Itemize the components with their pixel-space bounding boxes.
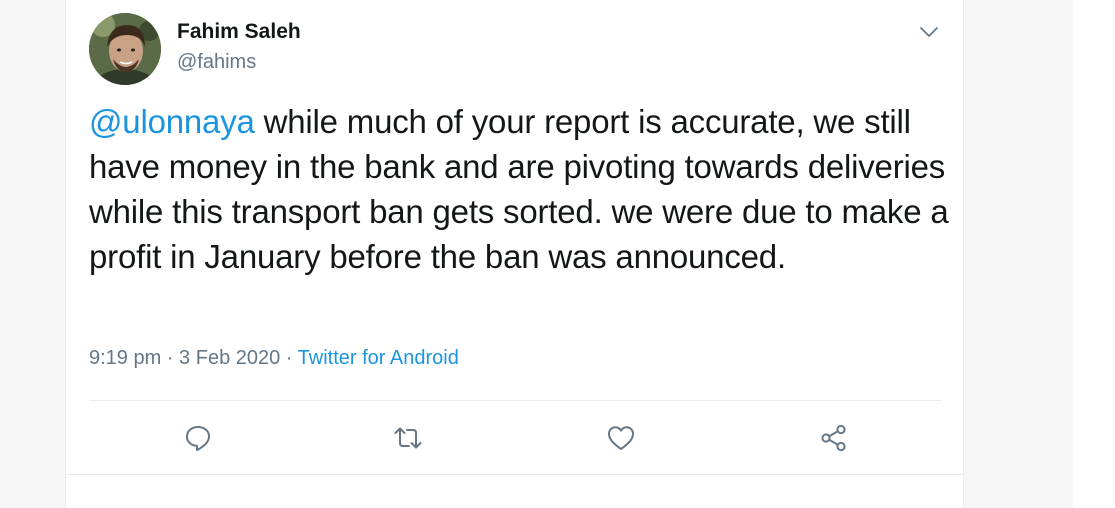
tweet-date[interactable]: 3 Feb 2020 [179, 347, 280, 369]
author-handle[interactable]: @fahims [177, 51, 256, 74]
retweet-icon [394, 427, 422, 449]
heart-icon [608, 426, 634, 450]
like-button[interactable] [606, 423, 636, 453]
share-button[interactable] [819, 423, 849, 453]
more-options-button[interactable] [915, 20, 943, 44]
reply-button[interactable] [183, 423, 213, 453]
author-display-name[interactable]: Fahim Saleh [177, 20, 301, 44]
avatar-photo [89, 13, 161, 85]
next-tweet-card [65, 475, 964, 508]
tweet-meta: 9:19 pm · 3 Feb 2020 · Twitter for Andro… [89, 347, 459, 370]
tweet-time[interactable]: 9:19 pm [89, 347, 161, 369]
meta-separator: · [161, 347, 180, 369]
actions-divider [89, 400, 941, 401]
tweet-source-link[interactable]: Twitter for Android [298, 347, 459, 369]
tweet-body: @ulonnaya while much of your report is a… [89, 99, 949, 279]
avatar[interactable] [89, 13, 161, 85]
chevron-down-icon [920, 27, 938, 37]
share-icon [821, 424, 846, 452]
page-gutter-left [0, 0, 66, 508]
mention-link[interactable]: @ulonnaya [89, 103, 255, 140]
reply-icon [186, 426, 210, 451]
page-edge [1073, 0, 1115, 508]
retweet-button[interactable] [393, 423, 423, 453]
meta-separator: · [280, 347, 298, 369]
